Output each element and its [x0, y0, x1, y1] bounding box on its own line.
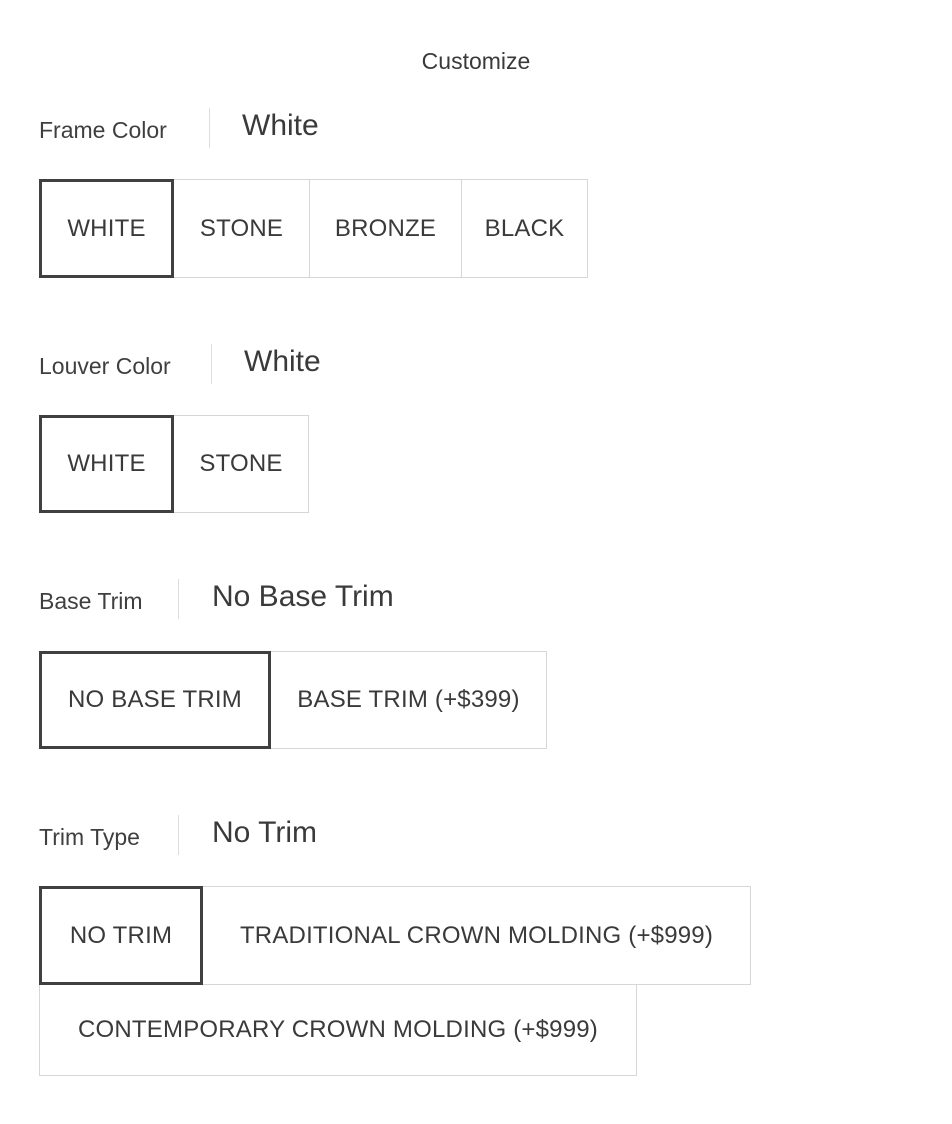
option-frame-bronze[interactable]: BRONZE — [309, 179, 462, 278]
option-contemporary-crown-molding[interactable]: CONTEMPORARY CROWN MOLDING (+$999) — [39, 984, 637, 1076]
louver-color-label: Louver Color — [39, 353, 171, 379]
divider — [178, 815, 179, 855]
louver-color-selected-value: White — [244, 345, 321, 378]
trim-type-label: Trim Type — [39, 824, 140, 850]
option-frame-stone[interactable]: STONE — [173, 179, 310, 278]
divider — [209, 108, 210, 148]
divider — [211, 344, 212, 384]
divider — [178, 579, 179, 619]
trim-type-selected-value: No Trim — [212, 816, 317, 849]
option-traditional-crown-molding[interactable]: TRADITIONAL CROWN MOLDING (+$999) — [202, 886, 751, 985]
frame-color-selected-value: White — [242, 109, 319, 142]
option-louver-stone[interactable]: STONE — [173, 415, 309, 513]
option-no-base-trim[interactable]: NO BASE TRIM — [39, 651, 271, 749]
option-no-trim[interactable]: NO TRIM — [39, 886, 203, 985]
option-louver-white[interactable]: WHITE — [39, 415, 174, 513]
page-title: Customize — [421, 48, 531, 74]
option-frame-black[interactable]: BLACK — [461, 179, 588, 278]
frame-color-label: Frame Color — [39, 117, 167, 143]
base-trim-label: Base Trim — [39, 588, 143, 614]
base-trim-selected-value: No Base Trim — [212, 580, 394, 613]
option-frame-white[interactable]: WHITE — [39, 179, 174, 278]
option-base-trim[interactable]: BASE TRIM (+$399) — [270, 651, 547, 749]
